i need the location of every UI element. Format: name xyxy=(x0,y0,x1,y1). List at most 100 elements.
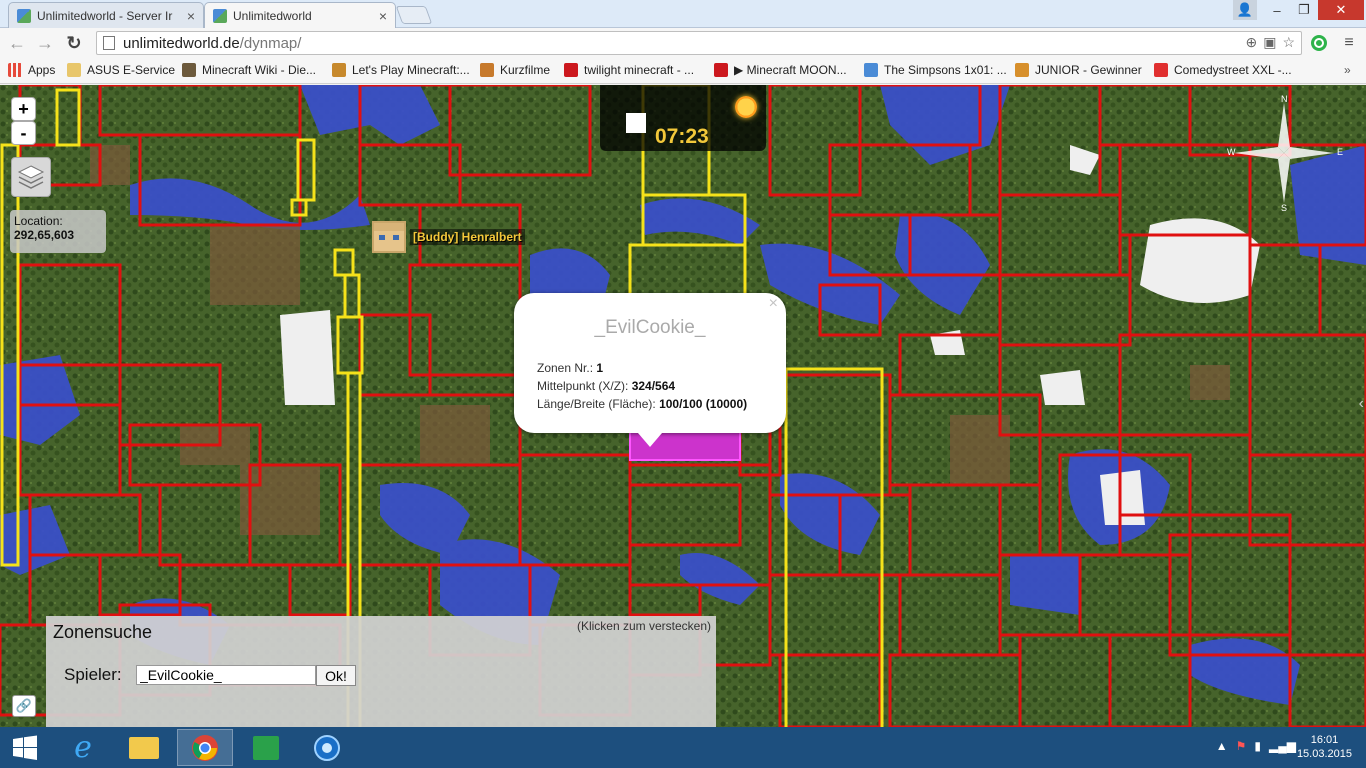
tv-icon xyxy=(864,63,878,77)
system-clock[interactable]: 16:01 15.03.2015 xyxy=(1297,733,1352,761)
internet-explorer-icon[interactable]: e xyxy=(55,729,111,766)
url-path: /dynmap/ xyxy=(239,34,302,52)
store-icon[interactable] xyxy=(238,729,294,766)
zone-center-label: Mittelpunkt (X/Z): xyxy=(537,379,629,393)
zone-number-value: 1 xyxy=(596,361,604,375)
day-night-clock: 07:23 xyxy=(600,85,766,151)
translate-icon[interactable]: ▣ xyxy=(1263,34,1276,51)
popup-title: _EvilCookie_ xyxy=(594,317,706,338)
zone-size-row: Länge/Breite (Fläche): 100/100 (10000) xyxy=(537,397,747,411)
extension-icon[interactable] xyxy=(1308,32,1330,54)
player-marker[interactable]: [Buddy] Henralbert xyxy=(372,221,525,253)
moon-icon xyxy=(626,113,646,133)
player-head-icon xyxy=(372,221,406,253)
zoom-icon[interactable]: ⊕ xyxy=(1245,34,1257,51)
bookmark-label: Kurzfilme xyxy=(500,63,551,77)
start-button[interactable] xyxy=(0,729,50,766)
battery-icon[interactable]: ▮ xyxy=(1254,739,1261,753)
zoom-out-button[interactable]: - xyxy=(11,121,36,145)
unlimitedworld-favicon-icon xyxy=(17,8,31,23)
bookmark-lets-play[interactable]: Let's Play Minecraft:... xyxy=(332,63,470,77)
popup-close-icon[interactable]: × xyxy=(769,295,778,313)
bookmark-kurzfilme[interactable]: Kurzfilme xyxy=(480,63,550,77)
location-label: Location: xyxy=(14,214,63,228)
back-arrow-icon[interactable]: ← xyxy=(6,32,28,54)
zone-search-hide-link[interactable]: (Klicken zum verstecken) xyxy=(577,619,711,633)
player-field-label: Spieler: xyxy=(64,665,122,684)
file-explorer-icon[interactable] xyxy=(116,729,172,766)
layers-icon xyxy=(17,165,45,189)
zone-info-popup: × _EvilCookie_ Zonen Nr.: 1 Mittelpunkt … xyxy=(514,293,786,447)
unlimitedworld-favicon-icon xyxy=(213,8,227,23)
browser-toolbar: ← → ↻ unlimitedworld.de/dynmap/ ⊕ ▣ ☆ ≡ xyxy=(0,28,1366,58)
bookmark-minecraft-wiki[interactable]: Minecraft Wiki - Die... xyxy=(182,63,316,77)
junior-icon xyxy=(1015,63,1029,77)
game-icon xyxy=(332,63,346,77)
bookmark-label: Let's Play Minecraft:... xyxy=(352,63,470,77)
bookmark-label: Comedystreet XXL -... xyxy=(1174,63,1292,77)
player-name: [Buddy] Henralbert xyxy=(410,229,525,245)
dynmap-viewport[interactable]: N E S W + - Location: 292,65,603 07:23 [… xyxy=(0,85,1366,727)
tab-close-icon[interactable]: × xyxy=(187,8,195,24)
media-center-icon[interactable] xyxy=(299,729,355,766)
bookmark-star-icon[interactable]: ☆ xyxy=(1282,34,1295,51)
folder-icon xyxy=(67,63,81,77)
bookmark-label: JUNIOR - Gewinner xyxy=(1035,63,1142,77)
zone-size-label: Länge/Breite (Fläche): xyxy=(537,397,656,411)
zone-search-panel: Zonensuche (Klicken zum verstecken) Spie… xyxy=(46,616,716,727)
player-search-input[interactable] xyxy=(136,665,316,685)
chrome-menu-icon[interactable]: ≡ xyxy=(1338,32,1360,54)
bookmark-twilight[interactable]: twilight minecraft - ... xyxy=(564,63,694,77)
zone-search-title: Zonensuche xyxy=(53,622,153,642)
close-window-button[interactable]: ✕ xyxy=(1318,0,1364,20)
tab-title: Unlimitedworld - Server Ir xyxy=(37,8,173,23)
sidebar-expand-icon[interactable]: ‹ xyxy=(1359,395,1364,413)
bookmark-label: Apps xyxy=(28,63,56,77)
bookmark-label: twilight minecraft - ... xyxy=(584,63,695,77)
grass-block-icon xyxy=(182,63,196,77)
windows-logo-icon xyxy=(13,735,37,760)
search-ok-button[interactable]: Ok! xyxy=(316,665,356,686)
tab-dynmap[interactable]: Unlimitedworld × xyxy=(204,2,396,28)
bookmarks-overflow-icon[interactable]: » xyxy=(1344,63,1351,77)
zone-number-label: Zonen Nr.: xyxy=(537,361,594,375)
bookmarks-bar: Apps ASUS E-Service Minecraft Wiki - Die… xyxy=(0,58,1366,84)
bookmark-asus[interactable]: ASUS E-Service xyxy=(67,63,175,77)
bookmark-apps[interactable]: Apps xyxy=(8,63,55,77)
tray-expand-icon[interactable]: ▲ xyxy=(1216,739,1228,753)
bookmark-comedystreet[interactable]: Comedystreet XXL -... xyxy=(1154,63,1292,77)
forward-arrow-icon[interactable]: → xyxy=(34,32,56,54)
bookmark-label: ▶ Minecraft MOON... xyxy=(734,63,847,77)
page-icon xyxy=(103,36,115,50)
compass-north: N xyxy=(1281,94,1288,104)
tab-close-icon[interactable]: × xyxy=(379,8,387,24)
windows-taskbar: e ▲ ⚑ ▮ ▂▄▆ 16:01 15.03.2015 xyxy=(0,727,1366,768)
address-bar[interactable]: unlimitedworld.de/dynmap/ ⊕ ▣ ☆ xyxy=(96,31,1302,55)
flag-icon[interactable]: ⚑ xyxy=(1236,739,1247,753)
bookmark-label: Minecraft Wiki - Die... xyxy=(202,63,317,77)
minimize-button[interactable]: – xyxy=(1263,0,1291,20)
url-host: unlimitedworld.de xyxy=(123,34,240,52)
bookmark-minecraft-moon[interactable]: ▶ Minecraft MOON... xyxy=(714,63,847,77)
restore-button[interactable]: ❐ xyxy=(1291,0,1317,20)
tab-strip: Unlimitedworld - Server Ir × Unlimitedwo… xyxy=(0,0,1366,28)
clock-time: 16:01 xyxy=(1310,734,1339,746)
zoom-in-button[interactable]: + xyxy=(11,97,36,121)
compass-east: E xyxy=(1337,147,1344,157)
layers-button[interactable] xyxy=(11,157,51,197)
new-tab-button[interactable] xyxy=(395,6,433,24)
bookmark-simpsons[interactable]: The Simpsons 1x01: ... xyxy=(864,63,1007,77)
network-icon[interactable]: ▂▄▆ xyxy=(1269,739,1296,753)
reload-icon[interactable]: ↻ xyxy=(63,32,85,54)
compass-south: S xyxy=(1281,203,1288,213)
system-tray: ▲ ⚑ ▮ ▂▄▆ xyxy=(1216,739,1296,753)
tab-server-info[interactable]: Unlimitedworld - Server Ir × xyxy=(8,2,204,28)
zone-center-value: 324/564 xyxy=(631,379,676,393)
youtube-icon xyxy=(564,63,578,77)
game-time: 07:23 xyxy=(655,125,709,148)
user-profile-button[interactable]: 👤 xyxy=(1233,0,1257,20)
location-coords: 292,65,603 xyxy=(14,228,75,242)
chrome-taskbar-icon[interactable] xyxy=(177,729,233,766)
bookmark-junior[interactable]: JUNIOR - Gewinner xyxy=(1015,63,1142,77)
link-icon[interactable]: 🔗 xyxy=(12,695,36,717)
